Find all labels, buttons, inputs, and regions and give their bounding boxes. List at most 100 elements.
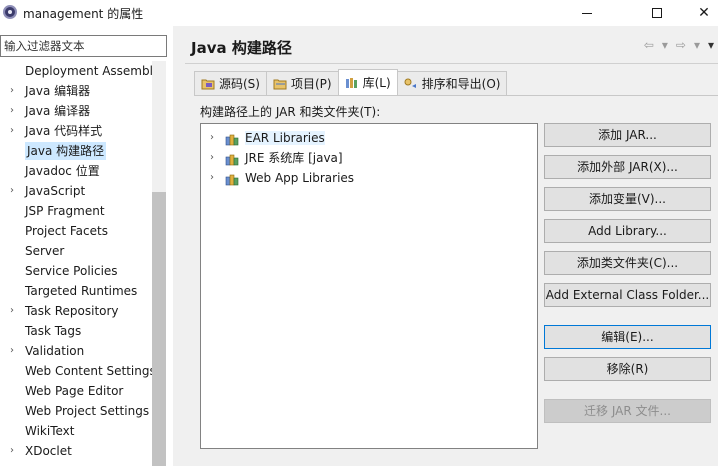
close-icon: ✕ [698,5,710,21]
sidebar-item[interactable]: Web Content Settings [0,361,152,381]
sidebar-item-label: Java 代码样式 [25,124,103,138]
chevron-right-icon[interactable]: › [10,101,14,121]
chevron-right-icon[interactable]: › [210,168,214,188]
sidebar-item[interactable]: Javadoc 位置 [0,161,152,181]
library-entry[interactable]: › JRE 系统库 [java] [201,148,537,168]
library-entry[interactable]: › EAR Libraries [201,128,537,148]
source-folder-icon [201,78,215,90]
sidebar-item[interactable]: › Java 编辑器 [0,81,152,101]
sidebar-item[interactable]: Task Tags [0,321,152,341]
history-navigation: ⇦ ▾ ⇨ ▾ ▾ [644,38,714,52]
sidebar-item-label: Java 编辑器 [25,84,91,98]
tab-library[interactable]: 库(L) [337,69,398,95]
sidebar-item[interactable]: Java 构建路径 [0,141,152,161]
minimize-button[interactable] [564,0,610,26]
library-tree[interactable]: › EAR Libraries › JRE 系统库 [java] › Web App Li… [200,123,538,449]
sidebar-item[interactable]: JSP Fragment [0,201,152,221]
sidebar-item[interactable]: Project Facets [0,221,152,241]
library-entry-label: EAR Libraries [245,131,325,145]
sidebar-item[interactable]: Deployment Assembly [0,61,152,81]
sidebar-scrollbar-thumb[interactable] [152,192,166,466]
sidebar-item-label: XDoclet [25,444,72,458]
eclipse-app-icon [3,5,17,19]
chevron-right-icon[interactable]: › [10,81,14,101]
build-path-label: 构建路径上的 JAR 和类文件夹(T): [200,105,381,119]
main-pane: Java 构建路径 ⇦ ▾ ⇨ ▾ ▾ 源码(S) 项目(P) 库(L) 排序和导出(… [177,26,718,466]
sidebar-item[interactable]: › Java 编译器 [0,101,152,121]
add-jar-button[interactable]: 添加 JAR... [544,123,711,147]
chevron-right-icon[interactable]: › [10,121,14,141]
sidebar-item[interactable]: › Validation [0,341,152,361]
chevron-right-icon[interactable]: › [10,441,14,461]
sidebar-item[interactable]: › Java 代码样式 [0,121,152,141]
forward-icon[interactable]: ⇨ [676,38,686,52]
sidebar-item[interactable]: › JavaScript [0,181,152,201]
sidebar-item[interactable]: › XDoclet [0,441,152,461]
order-export-icon [404,78,418,90]
add-variable-button[interactable]: 添加变量(V)... [544,187,711,211]
library-entry-label: JRE 系统库 [java] [245,151,343,165]
preference-tree: Deployment Assembly › Java 编辑器 › Java 编译器 › Ja… [0,61,152,466]
libraries-tab-panel: 构建路径上的 JAR 和类文件夹(T): › EAR Libraries › JRE … [194,95,718,466]
forward-menu-chevron-icon[interactable]: ▾ [694,38,700,52]
sidebar-item-label: Project Facets [25,224,108,238]
sidebar-item-label: Java 编译器 [25,104,91,118]
filter-input[interactable] [0,35,167,57]
add-external-jar-button[interactable]: 添加外部 JAR(X)... [544,155,711,179]
library-icon [345,77,359,89]
sidebar-item-label: Task Repository [25,304,119,318]
sidebar-item-label: Java 构建路径 [25,142,107,160]
minimize-icon [582,12,592,14]
chevron-right-icon[interactable]: › [10,301,14,321]
tab-label: 源码(S) [219,77,260,91]
sidebar-item-label: Task Tags [25,324,82,338]
chevron-right-icon[interactable]: › [10,181,14,201]
chevron-right-icon[interactable]: › [210,148,214,168]
preference-sidebar: Deployment Assembly › Java 编辑器 › Java 编译器 › Ja… [0,26,173,466]
tab-label: 项目(P) [290,77,332,91]
migrate-jar-button[interactable]: 迁移 JAR 文件... [544,399,711,423]
chevron-right-icon[interactable]: › [10,341,14,361]
back-menu-chevron-icon[interactable]: ▾ [662,38,668,52]
sidebar-item-label: JavaScript [25,184,86,198]
sidebar-item-label: Web Project Settings [25,404,150,418]
maximize-icon [652,8,662,18]
library-icon [225,152,241,166]
sidebar-item-label: Web Page Editor [25,384,124,398]
library-entry[interactable]: › Web App Libraries [201,168,537,188]
sidebar-item[interactable]: WikiText [0,421,152,441]
window-title: management 的属性 [23,7,144,21]
back-icon[interactable]: ⇦ [644,38,654,52]
sidebar-item[interactable]: Server [0,241,152,261]
tab-label: 库(L) [362,76,391,90]
tab-project[interactable]: 项目(P) [265,71,339,95]
sidebar-item[interactable]: Service Policies [0,261,152,281]
chevron-right-icon[interactable]: › [210,128,214,148]
view-menu-icon[interactable]: ▾ [708,38,714,52]
sidebar-item[interactable]: Targeted Runtimes [0,281,152,301]
add-class-folder-button[interactable]: 添加类文件夹(C)... [544,251,711,275]
sidebar-item-label: Validation [25,344,85,358]
sidebar-item-label: Deployment Assembly [25,64,152,78]
add-library-button[interactable]: Add Library... [544,219,711,243]
tab-source-folder[interactable]: 源码(S) [194,71,267,95]
sidebar-item-label: WikiText [25,424,75,438]
add-external-class-folder-button[interactable]: Add External Class Folder... [544,283,711,307]
sidebar-item[interactable]: › Task Repository [0,301,152,321]
sidebar-item-label: Server [25,244,65,258]
tab-label: 排序和导出(O) [421,77,501,91]
sidebar-item-label: Web Content Settings [25,364,152,378]
sidebar-item[interactable]: Web Page Editor [0,381,152,401]
sidebar-item[interactable]: Web Project Settings [0,401,152,421]
library-icon [225,172,241,186]
edit-button[interactable]: 编辑(E)... [544,325,711,349]
sidebar-item-label: Javadoc 位置 [25,164,100,178]
close-button[interactable]: ✕ [690,0,718,26]
tab-bar: 源码(S) 项目(P) 库(L) 排序和导出(O) [194,69,508,95]
maximize-button[interactable] [634,0,680,26]
tab-order-export[interactable]: 排序和导出(O) [396,71,508,95]
project-icon [273,78,287,90]
sidebar-item-label: JSP Fragment [25,204,105,218]
page-title: Java 构建路径 [191,39,292,57]
remove-button[interactable]: 移除(R) [544,357,711,381]
